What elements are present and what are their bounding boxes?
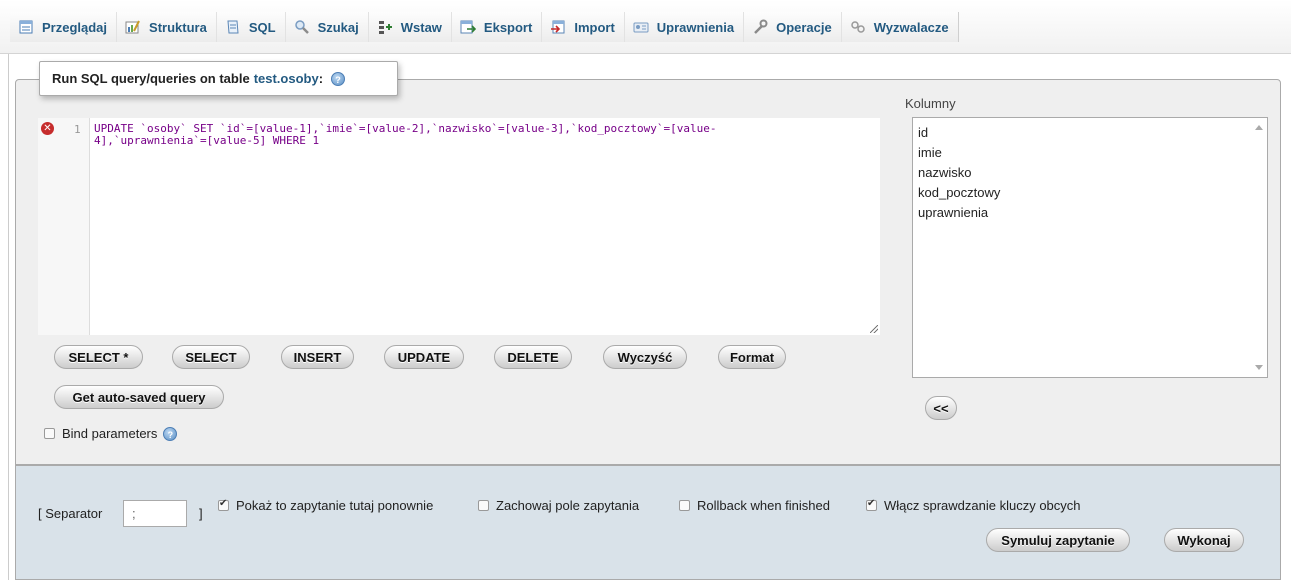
error-icon[interactable]: ✕	[41, 122, 54, 135]
editor-gutter: ✕ 1	[38, 118, 90, 335]
tab-list: Przeglądaj Struktura SQL Szukaj Wstaw Ek	[10, 12, 959, 42]
tab-triggers[interactable]: Wyzwalacze	[841, 12, 959, 42]
tab-privileges-label: Uprawnienia	[656, 19, 735, 35]
rollback-checkbox[interactable]	[679, 500, 690, 511]
line-number: 1	[74, 123, 81, 136]
sql-editor[interactable]: ✕ 1 UPDATE `osoby` SET `id`=[value-1],`i…	[38, 118, 880, 335]
fk-checks-row: Włącz sprawdzanie kluczy obcych	[866, 498, 1081, 513]
resize-handle-icon[interactable]	[870, 325, 878, 333]
select-button[interactable]: SELECT	[172, 345, 250, 369]
insert-button[interactable]: INSERT	[281, 345, 354, 369]
legend-suffix: :	[318, 71, 324, 86]
get-autosaved-query-button[interactable]: Get auto-saved query	[54, 385, 224, 409]
column-item[interactable]: imie	[918, 143, 1267, 163]
columns-list[interactable]: id imie nazwisko kod_pocztowy uprawnieni…	[912, 117, 1268, 378]
tab-import[interactable]: Import	[542, 12, 625, 42]
bind-parameters-row: Bind parameters ?	[44, 426, 178, 441]
delete-button[interactable]: DELETE	[494, 345, 572, 369]
table-link[interactable]: test.osoby	[254, 71, 319, 86]
update-button[interactable]: UPDATE	[384, 345, 464, 369]
simulate-query-button[interactable]: Symuluj zapytanie	[986, 528, 1130, 552]
tab-insert-label: Wstaw	[400, 19, 442, 35]
tab-export[interactable]: Eksport	[451, 12, 543, 42]
go-button[interactable]: Wykonaj	[1164, 528, 1244, 552]
fieldset-legend: Run SQL query/queries on table test.osob…	[39, 61, 398, 96]
import-icon	[550, 19, 566, 35]
scroll-down-icon[interactable]	[1255, 365, 1263, 370]
help-icon[interactable]: ?	[331, 71, 346, 86]
format-button[interactable]: Format	[718, 345, 786, 369]
bind-help-icon[interactable]: ?	[163, 426, 178, 441]
clear-button[interactable]: Wyczyść	[603, 345, 687, 369]
tab-operations-label: Operacje	[776, 19, 832, 35]
tab-insert[interactable]: Wstaw	[368, 12, 452, 42]
tab-structure-label: Struktura	[149, 19, 207, 35]
select-all-button[interactable]: SELECT *	[54, 345, 143, 369]
tab-structure[interactable]: Struktura	[117, 12, 217, 42]
options-footer	[15, 465, 1281, 580]
column-item[interactable]: kod_pocztowy	[918, 183, 1267, 203]
show-query-checkbox[interactable]	[218, 498, 229, 511]
tab-browse[interactable]: Przeglądaj	[10, 12, 118, 42]
scroll-up-icon[interactable]	[1255, 125, 1263, 130]
column-item[interactable]: uprawnienia	[918, 203, 1267, 223]
retain-box-checkbox[interactable]	[478, 500, 489, 511]
sql-code[interactable]: UPDATE `osoby` SET `id`=[value-1],`imie`…	[94, 123, 794, 147]
tab-sql-label: SQL	[248, 19, 276, 35]
tab-import-label: Import	[574, 19, 615, 35]
tab-export-label: Eksport	[483, 19, 533, 35]
tab-search[interactable]: Szukaj	[285, 12, 369, 42]
search-icon	[294, 19, 310, 35]
separator-input[interactable]	[123, 500, 187, 527]
show-query-label: Pokaż to zapytanie tutaj ponownie	[236, 498, 434, 513]
bind-parameters-checkbox[interactable]	[44, 428, 55, 439]
columns-heading: Kolumny	[905, 96, 956, 111]
insert-icon	[377, 19, 393, 35]
retain-box-row: Zachowaj pole zapytania	[478, 498, 639, 513]
tab-search-label: Szukaj	[317, 19, 359, 35]
rollback-label: Rollback when finished	[697, 498, 830, 513]
tab-privileges[interactable]: Uprawnienia	[624, 12, 745, 42]
tab-browse-label: Przeglądaj	[42, 19, 108, 35]
top-tab-bar: Przeglądaj Struktura SQL Szukaj Wstaw Ek	[0, 0, 1291, 54]
insert-column-button[interactable]: <<	[925, 396, 957, 420]
retain-box-label: Zachowaj pole zapytania	[496, 498, 640, 513]
sql-icon	[225, 19, 241, 35]
tab-operations[interactable]: Operacje	[744, 12, 842, 42]
operations-icon	[752, 19, 768, 35]
show-query-row: Pokaż to zapytanie tutaj ponownie	[218, 498, 433, 513]
privileges-icon	[633, 19, 649, 35]
export-icon	[460, 19, 477, 35]
left-border	[8, 0, 9, 580]
column-item[interactable]: id	[918, 123, 1267, 143]
structure-icon	[125, 19, 141, 35]
browse-icon	[18, 19, 34, 35]
triggers-icon	[850, 19, 866, 35]
bind-parameters-label: Bind parameters	[62, 426, 158, 441]
separator-close: ]	[199, 506, 203, 521]
column-item[interactable]: nazwisko	[918, 163, 1267, 183]
separator-label: [ Separator	[38, 506, 103, 521]
code-line-2: 4],`uprawnienia`=[value-5] WHERE 1	[94, 134, 320, 147]
rollback-row: Rollback when finished	[679, 498, 830, 513]
legend-prefix: Run SQL query/queries on table	[52, 71, 250, 86]
fk-checks-checkbox[interactable]	[866, 498, 877, 511]
tab-triggers-label: Wyzwalacze	[873, 19, 949, 35]
fk-checks-label: Włącz sprawdzanie kluczy obcych	[884, 498, 1081, 513]
tab-sql[interactable]: SQL	[216, 12, 286, 42]
